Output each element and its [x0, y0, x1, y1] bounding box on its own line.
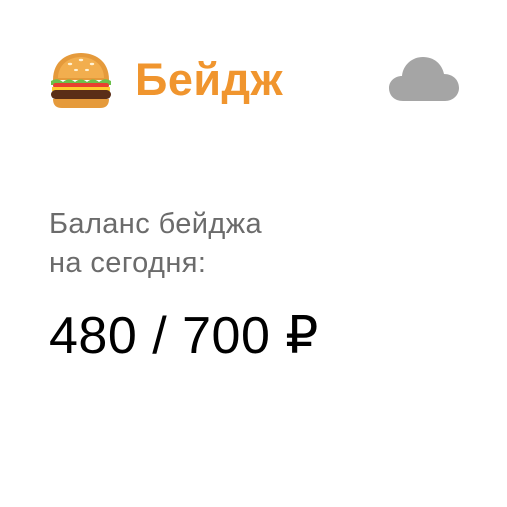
- widget-header: Бейдж: [48, 50, 459, 110]
- balance-value: 480 / 700 ₽: [49, 307, 319, 365]
- caption-line-2: на сегодня:: [49, 247, 207, 279]
- widget-title: Бейдж: [135, 54, 284, 105]
- cloud-icon: [389, 57, 459, 101]
- badge-widget[interactable]: Бейдж Баланс бейджа на сегодня: 480 / 70…: [0, 0, 507, 507]
- caption-line-1: Баланс бейджа: [49, 208, 263, 240]
- balance-caption: Баланс бейджа на сегодня:: [49, 205, 449, 283]
- hamburger-icon: [51, 53, 111, 108]
